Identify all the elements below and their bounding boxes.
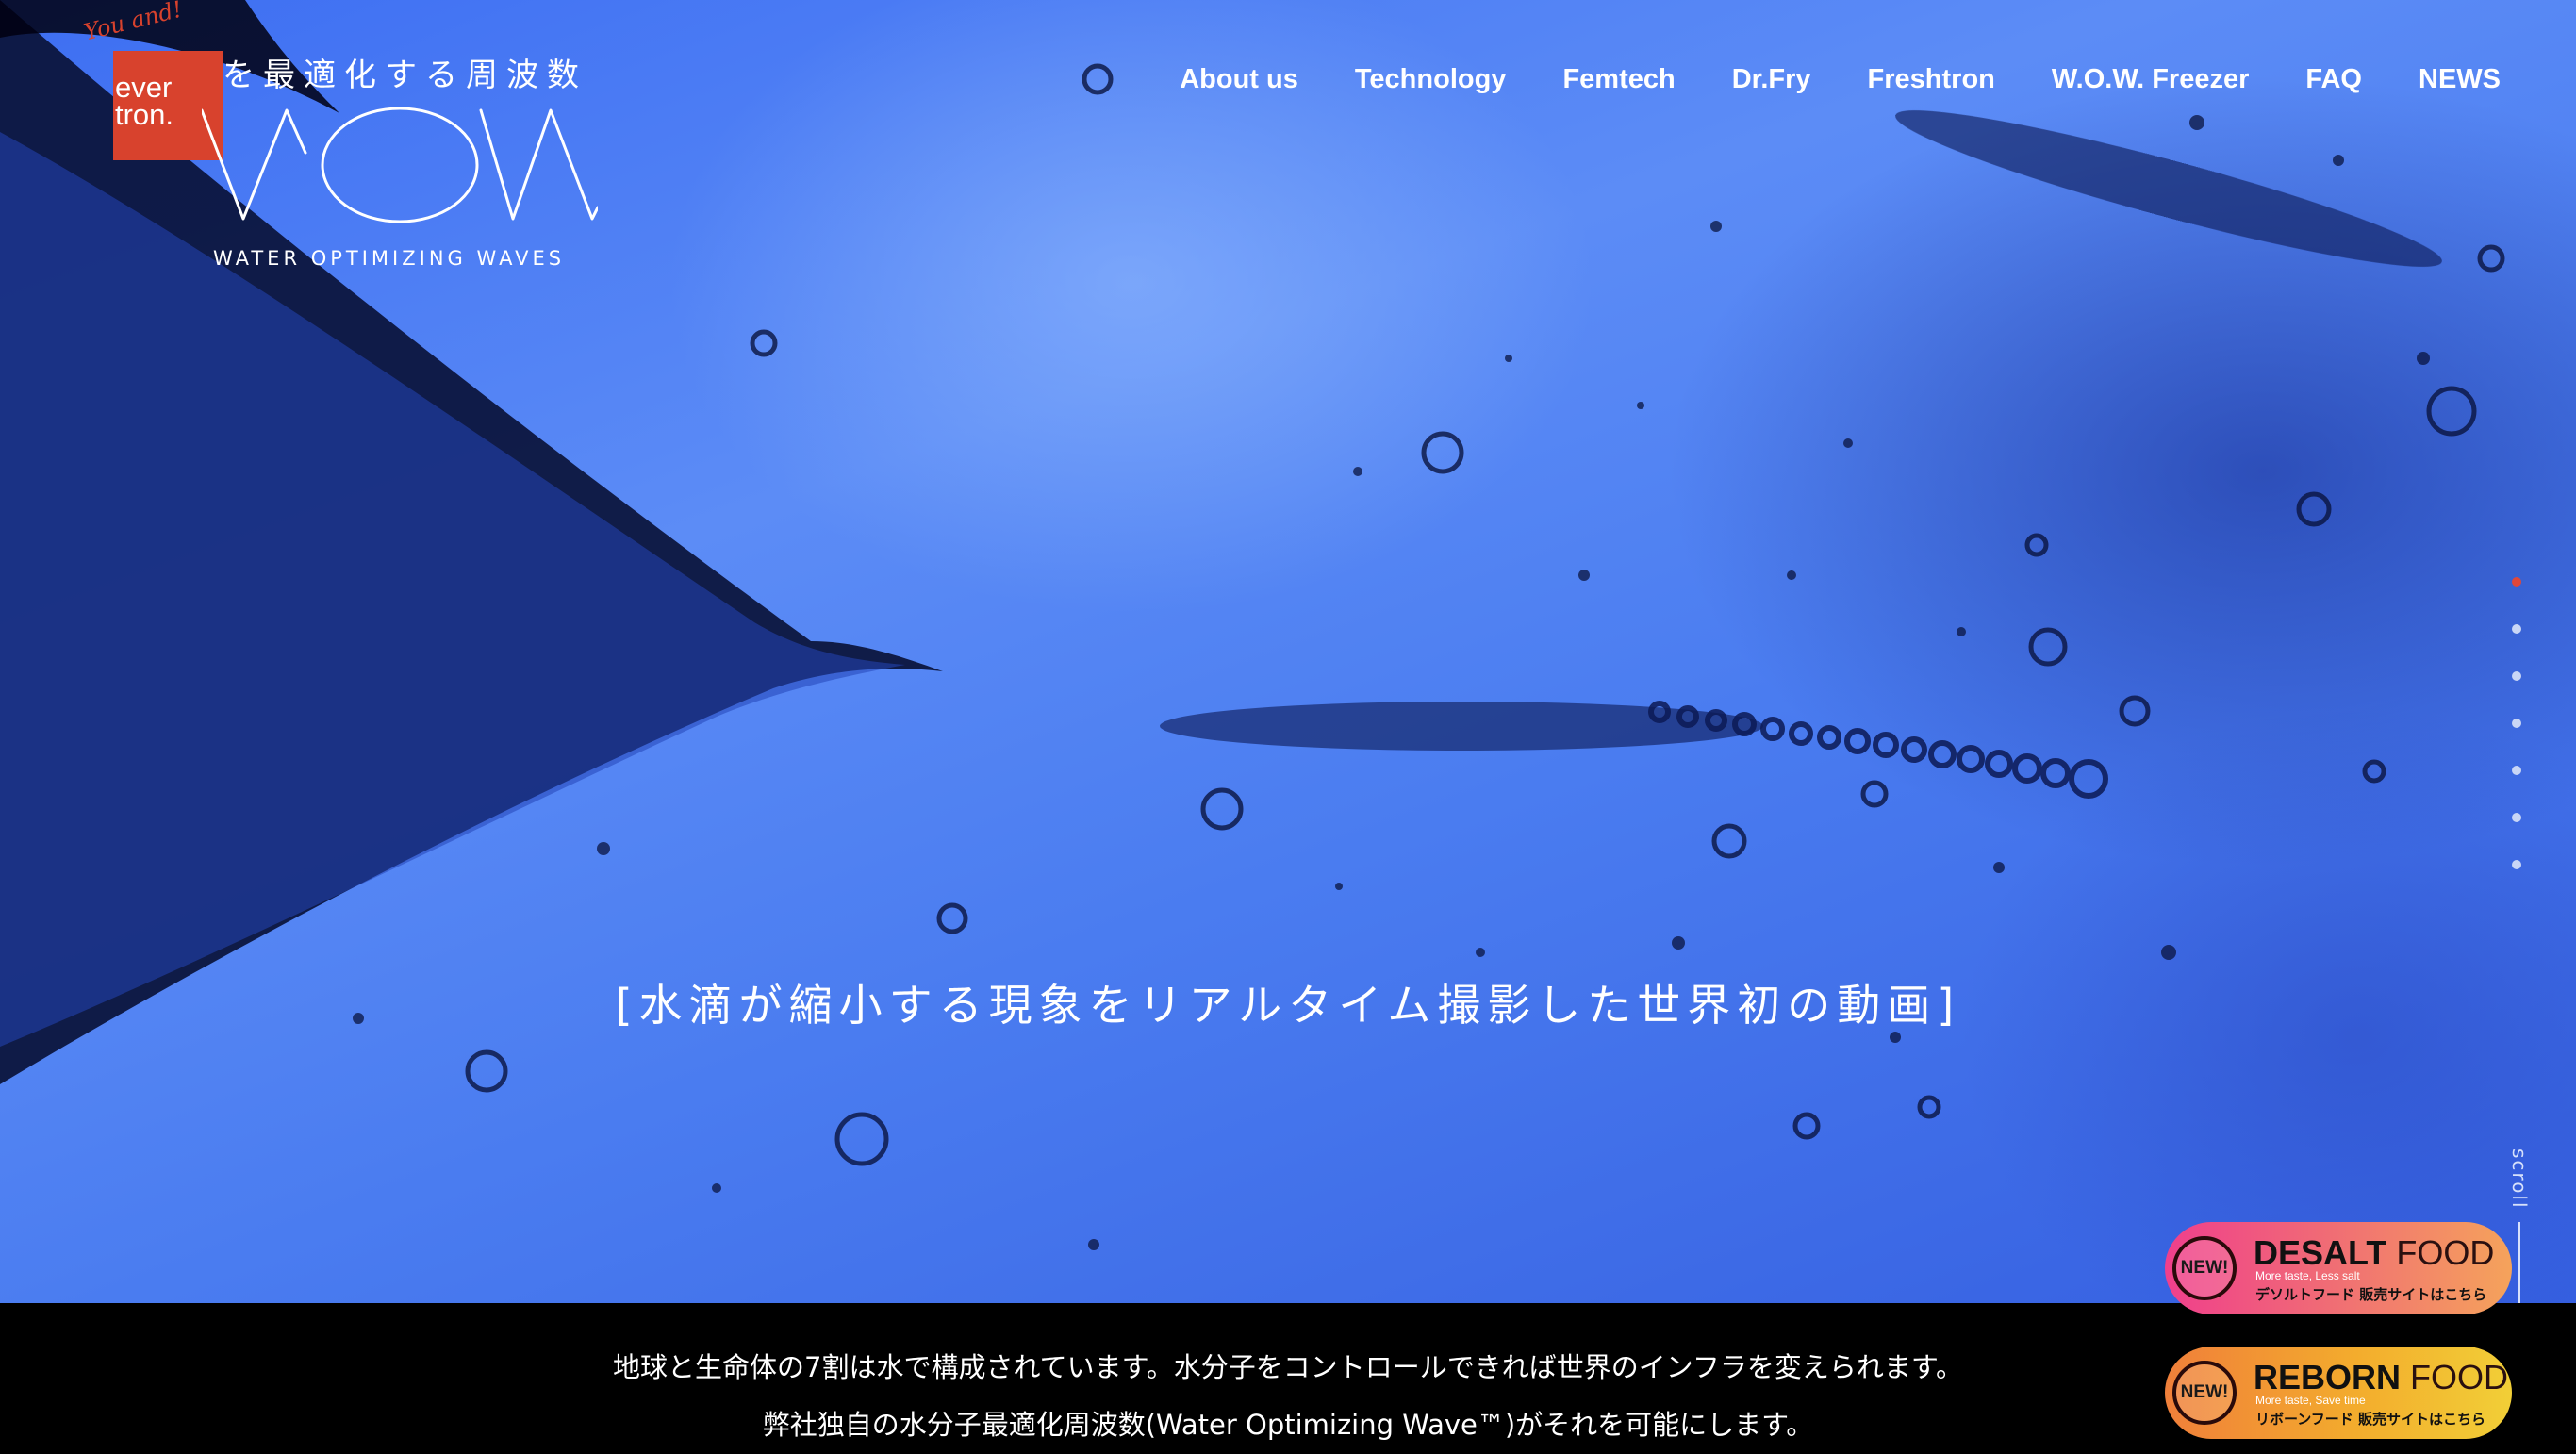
desalt-food-banner[interactable]: NEW! DESALT FOOD More taste, Less salt デ… [2165, 1222, 2512, 1314]
nav-technology[interactable]: Technology [1355, 64, 1507, 95]
reborn-food-link-text: リボーンフード 販売サイトはこちら [2255, 1411, 2486, 1428]
wow-wordmark [202, 107, 598, 223]
slide-dot-1[interactable] [2512, 577, 2521, 587]
main-nav: About us Technology Femtech Dr.Fry Fresh… [1180, 64, 2501, 95]
new-badge: NEW! [2172, 1236, 2237, 1300]
nav-about-us[interactable]: About us [1180, 64, 1298, 95]
slide-indicator [2512, 577, 2521, 907]
reborn-food-title: REBORN FOOD [2254, 1358, 2509, 1396]
brand-tagline: を最適化する周波数 [223, 57, 587, 94]
hero-video-background: You and! ever tron. を最適化する周波数 WATER OPTI… [0, 0, 2576, 1303]
scroll-indicator-line [2518, 1222, 2520, 1303]
desalt-food-subtitle: More taste, Less salt [2255, 1269, 2360, 1282]
slide-dot-2[interactable] [2512, 624, 2521, 634]
slide-dot-6[interactable] [2512, 813, 2521, 822]
reborn-food-subtitle: More taste, Save time [2255, 1394, 2366, 1407]
nav-femtech[interactable]: Femtech [1562, 64, 1675, 95]
nav-wow-freezer[interactable]: W.O.W. Freezer [2052, 64, 2250, 95]
nav-dr-fry[interactable]: Dr.Fry [1732, 64, 1811, 95]
nav-news[interactable]: NEWS [2419, 64, 2501, 95]
scroll-label: scroll [2508, 1148, 2531, 1210]
desalt-food-title: DESALT FOOD [2254, 1233, 2495, 1272]
nav-faq[interactable]: FAQ [2305, 64, 2362, 95]
wordmark-subtitle: WATER OPTIMIZING WAVES [213, 247, 566, 270]
slide-dot-7[interactable] [2512, 860, 2521, 869]
reborn-food-banner[interactable]: NEW! REBORN FOOD More taste, Save time リ… [2165, 1347, 2512, 1439]
new-badge: NEW! [2172, 1361, 2237, 1425]
nav-freshtron[interactable]: Freshtron [1868, 64, 1995, 95]
slide-dot-5[interactable] [2512, 766, 2521, 775]
hero-caption: [水滴が縮小する現象をリアルタイム撮影した世界初の動画] [615, 980, 1961, 1031]
slide-dot-4[interactable] [2512, 719, 2521, 728]
evertron-logo-text: ever tron. [115, 71, 174, 131]
desalt-food-link-text: デソルトフード 販売サイトはこちら [2255, 1286, 2487, 1303]
slide-dot-3[interactable] [2512, 671, 2521, 681]
